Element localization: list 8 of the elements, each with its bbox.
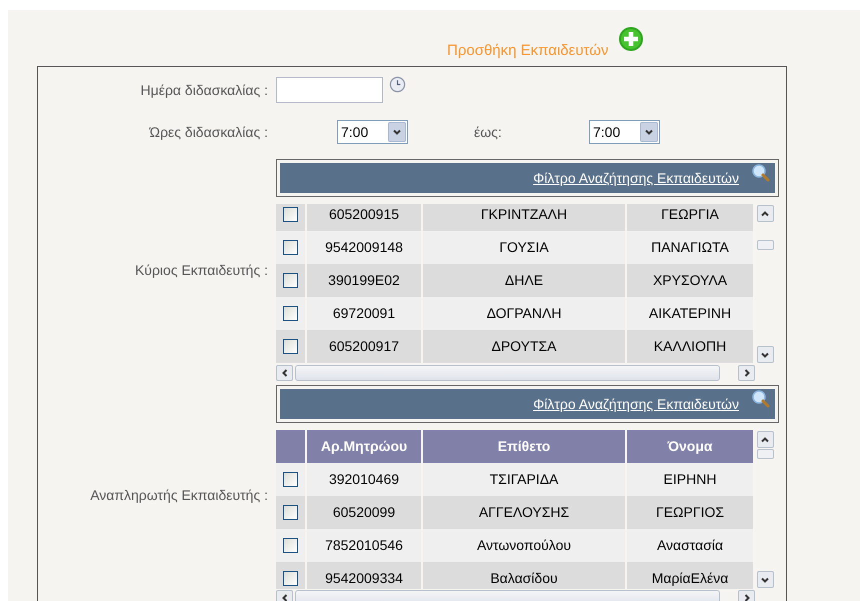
time-select[interactable]: 7:00 [337, 120, 408, 144]
time-select[interactable]: 7:00 [589, 120, 660, 144]
page-title: Προσθήκη Εκπαιδευτών [447, 40, 608, 60]
field-label: Αναπληρωτής Εκπαιδευτής : [90, 486, 268, 505]
field-label: έως: [474, 122, 503, 142]
field-label: Κύριος Εκπαιδευτής : [134, 260, 268, 280]
field-label: Ημέρα διδασκαλίας : [140, 80, 268, 100]
field-label: Ώρες διδασκαλίας : [150, 122, 268, 142]
